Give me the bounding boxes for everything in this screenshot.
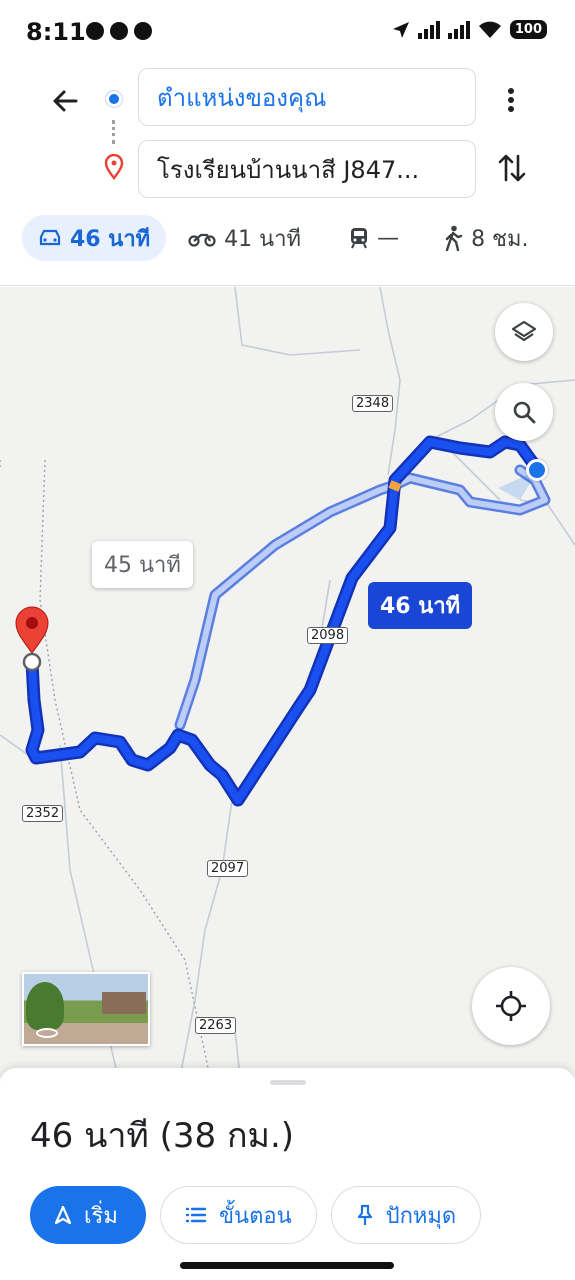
- signal-icon-2: [447, 20, 470, 39]
- system-icons: 100: [392, 20, 547, 39]
- pin-button[interactable]: ปักหมุด: [330, 1186, 482, 1244]
- directions-header: ตำแหน่งของคุณ โรงเรียนบ้านนาสี J847... 4…: [0, 62, 575, 286]
- layers-icon: [511, 320, 537, 342]
- route-summary-sheet[interactable]: 46 นาที (38 กม.) เริ่ม ขั้นตอน ปักหมุด: [0, 1068, 575, 1280]
- route-connector: [112, 120, 116, 144]
- layers-button[interactable]: [495, 303, 553, 361]
- list-icon: [185, 1207, 207, 1223]
- pushpin-icon: [357, 1204, 372, 1225]
- search-along-route-button[interactable]: [495, 383, 553, 441]
- pin-button-label: ปักหมุด: [385, 1203, 457, 1229]
- street-view-rotate-icon: [36, 1028, 58, 1038]
- wifi-icon: [478, 21, 501, 38]
- signal-icon: [417, 20, 440, 39]
- walking-icon: [445, 225, 463, 251]
- street-view-thumbnail[interactable]: [22, 972, 150, 1046]
- route-summary: 46 นาที (38 กม.): [30, 1116, 295, 1156]
- battery-indicator: 100: [509, 20, 547, 39]
- back-arrow-icon[interactable]: [48, 84, 82, 118]
- notification-icons: [86, 22, 152, 40]
- motorcycle-icon: [188, 233, 216, 247]
- tab-motorcycle-label: 41 นาที: [224, 226, 302, 252]
- destination-marker-icon[interactable]: [12, 605, 52, 673]
- my-location-button[interactable]: [472, 967, 550, 1045]
- status-bar: 8:11 100: [0, 0, 575, 62]
- steps-button[interactable]: ขั้นตอน: [160, 1186, 317, 1244]
- location-arrow-icon: [392, 21, 409, 38]
- road-label-2097: 2097: [207, 860, 249, 877]
- destination-pin-icon: [104, 154, 124, 180]
- start-button-label: เริ่ม: [84, 1203, 118, 1229]
- steps-button-label: ขั้นตอน: [219, 1203, 292, 1229]
- navigation-arrow-icon: [54, 1205, 72, 1225]
- train-icon: [351, 228, 368, 249]
- sheet-drag-handle[interactable]: [270, 1080, 306, 1085]
- current-location-dot: [526, 459, 548, 481]
- route-actions: เริ่ม ขั้นตอน ปักหมุด: [30, 1186, 482, 1244]
- map-view[interactable]: 2348 2098 2352 2097 2263 45 นาที 46 นาที: [0, 287, 575, 1077]
- more-options-icon[interactable]: [496, 82, 526, 118]
- destination-field[interactable]: โรงเรียนบ้านนาสี J847...: [138, 140, 476, 198]
- tab-transit-label: —: [377, 225, 400, 251]
- road-label-2348: 2348: [352, 395, 394, 412]
- tab-transit[interactable]: —: [349, 215, 399, 261]
- search-icon: [513, 401, 536, 424]
- start-button[interactable]: เริ่ม: [30, 1186, 146, 1244]
- car-icon: [39, 229, 61, 246]
- swap-icon[interactable]: [496, 150, 528, 186]
- tab-walk-label: 8 ชม.: [471, 226, 529, 252]
- travel-mode-tabs: 46 นาที 41 นาที — 8 ชม.: [22, 214, 552, 262]
- selected-route-label[interactable]: 46 นาที: [368, 582, 473, 629]
- map-roads: [0, 287, 575, 1077]
- crosshair-icon: [496, 991, 526, 1021]
- road-label-2098: 2098: [307, 627, 349, 644]
- do-not-disturb-icon: [134, 22, 152, 40]
- road-label-2352: 2352: [22, 805, 64, 822]
- gesture-navigation-bar[interactable]: [180, 1262, 394, 1269]
- status-time: 8:11: [26, 18, 86, 46]
- tab-motorcycle[interactable]: 41 นาที: [188, 215, 301, 261]
- alternate-route-label[interactable]: 45 นาที: [92, 541, 193, 588]
- tab-car-label: 46 นาที: [70, 226, 151, 252]
- origin-dot-icon: [106, 91, 122, 107]
- tab-walk[interactable]: 8 ชม.: [443, 215, 528, 261]
- origin-field[interactable]: ตำแหน่งของคุณ: [138, 68, 476, 126]
- tab-car[interactable]: 46 นาที: [22, 215, 167, 261]
- alarm-icon: [86, 22, 104, 40]
- line-app-icon: [110, 22, 128, 40]
- road-label-2263: 2263: [195, 1017, 237, 1034]
